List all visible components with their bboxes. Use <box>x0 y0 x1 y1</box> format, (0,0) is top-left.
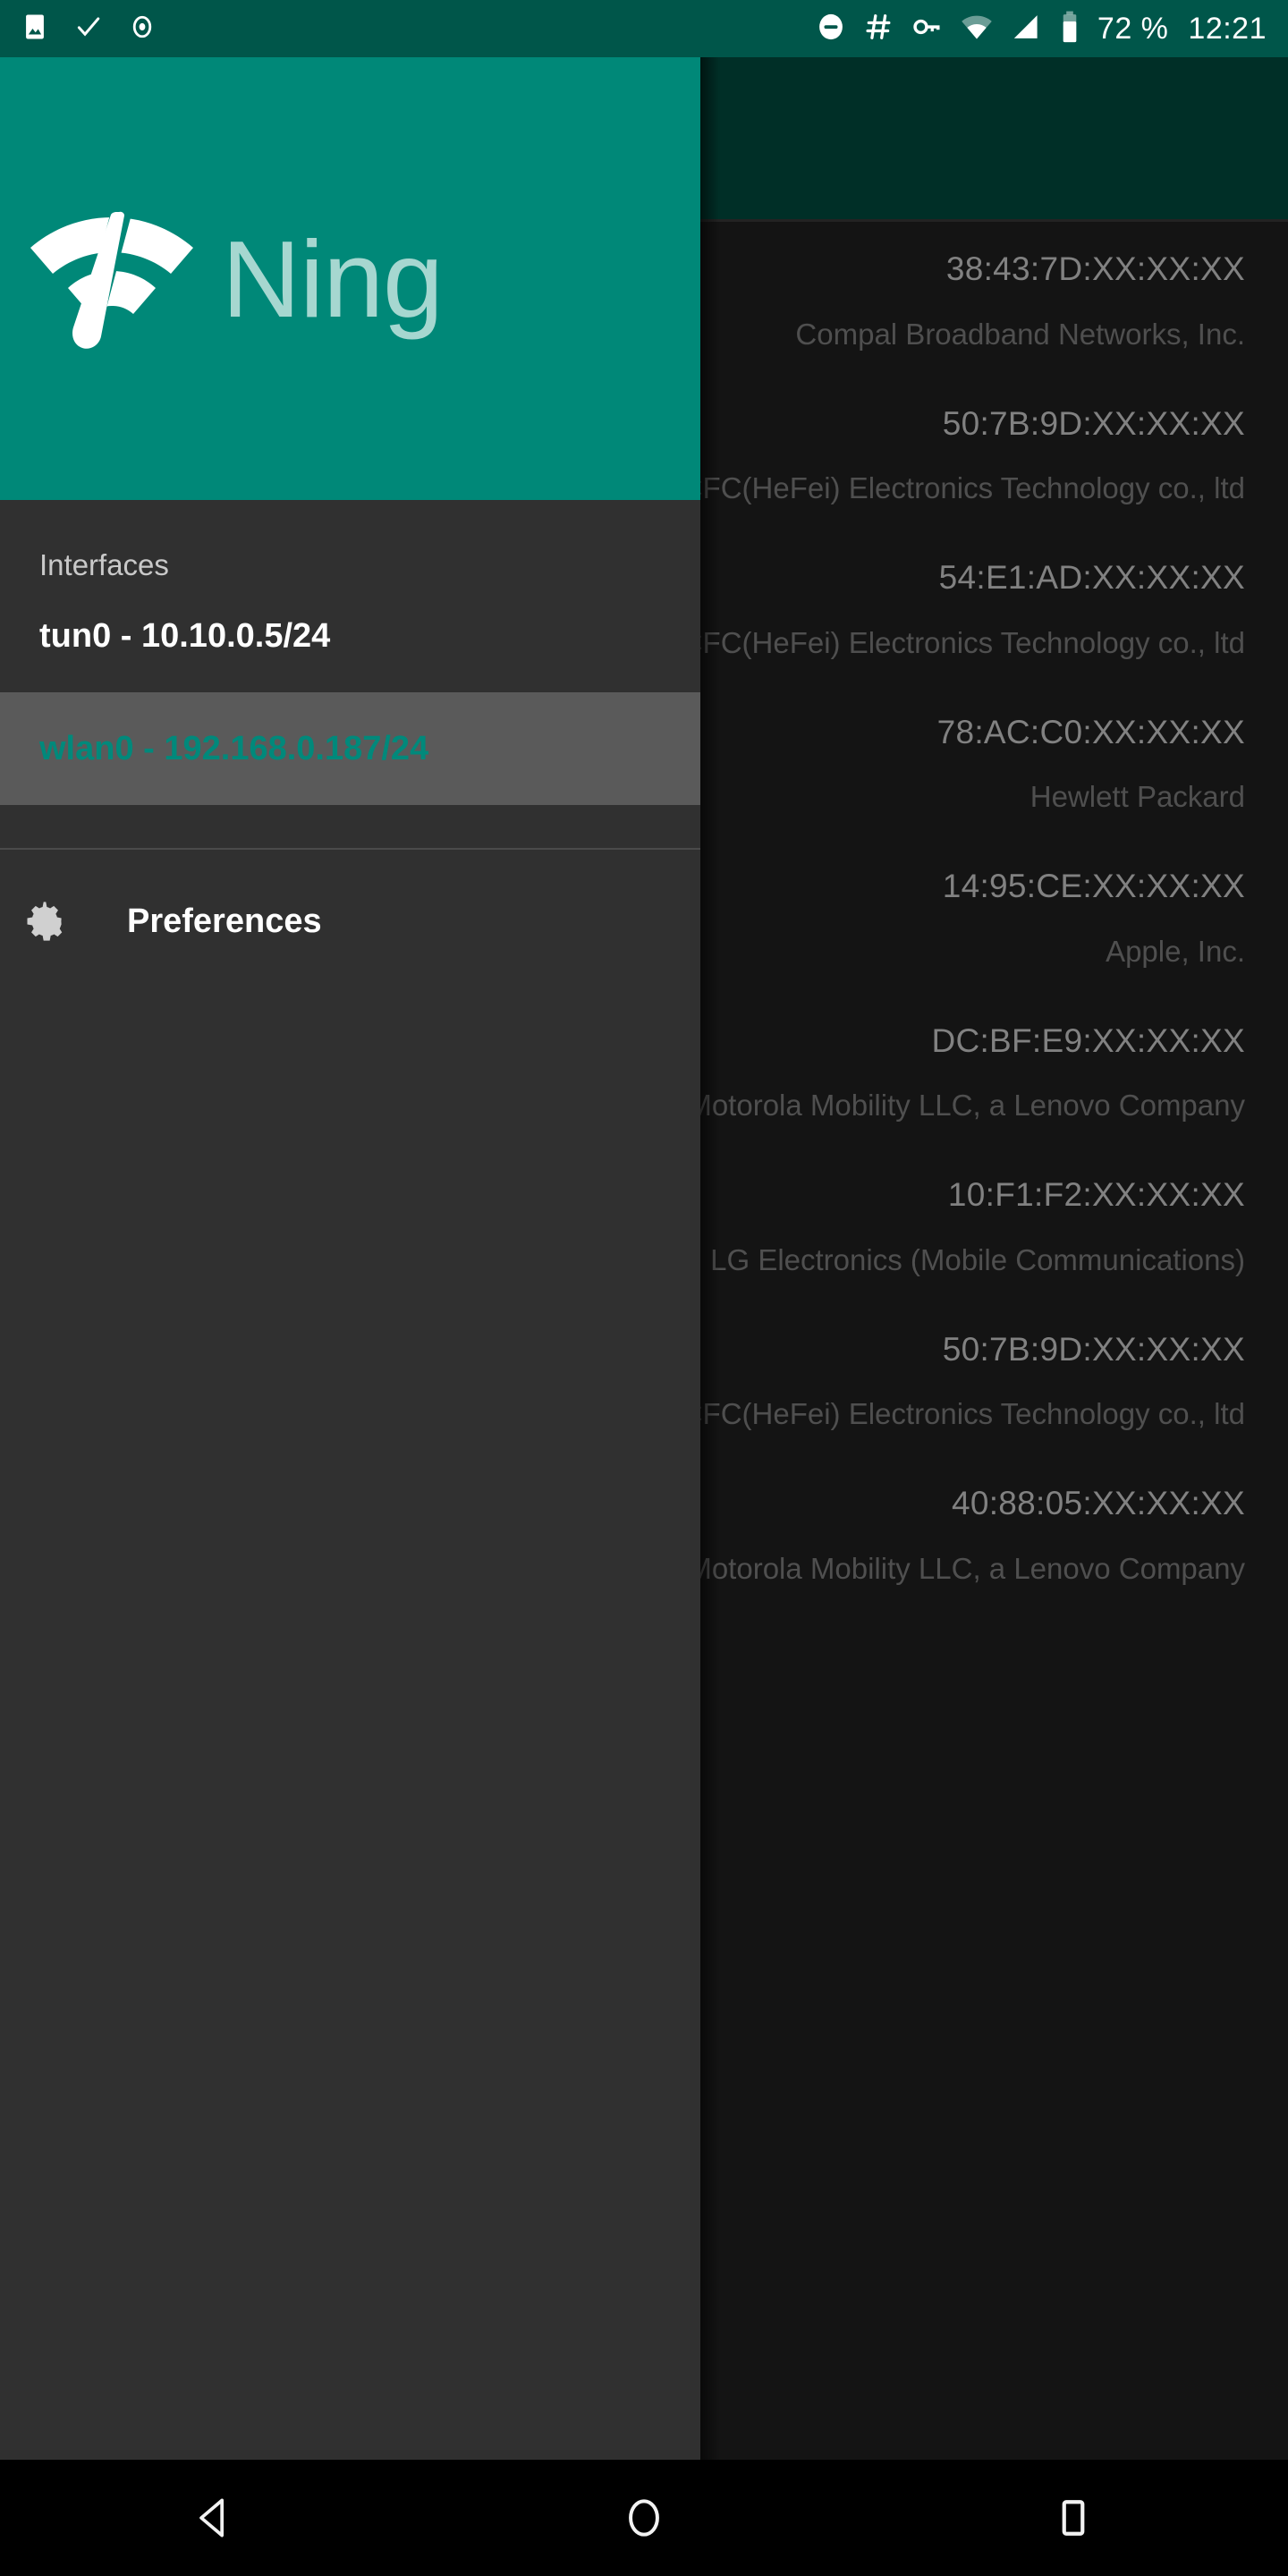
status-bar-system-icons: 72 % 12:21 <box>815 10 1288 48</box>
wifi-icon <box>960 10 994 48</box>
battery-icon <box>1058 10 1081 48</box>
home-button[interactable] <box>429 2493 859 2543</box>
image-icon <box>20 12 50 47</box>
sidebar-item-interface[interactable]: wlan0 - 192.168.0.187/24 <box>0 692 700 805</box>
drawer-shadow <box>700 57 720 2460</box>
record-icon <box>127 12 157 47</box>
back-button[interactable] <box>0 2493 429 2543</box>
brand-name-label: Ning <box>222 217 444 340</box>
sidebar-item-label: wlan0 - 192.168.0.187/24 <box>39 729 429 767</box>
interface-list: tun0 - 10.10.0.5/24 wlan0 - 192.168.0.187… <box>0 580 700 805</box>
preferences-label: Preferences <box>127 902 322 940</box>
status-bar-notification-icons <box>0 12 157 47</box>
system-navigation-bar <box>0 2460 1288 2576</box>
status-bar: 72 % 12:21 <box>0 0 1288 57</box>
gear-icon <box>21 898 68 945</box>
interfaces-section-title: Interfaces <box>39 548 169 581</box>
hash-icon <box>863 11 895 47</box>
do-not-disturb-icon <box>815 11 847 47</box>
check-icon <box>73 12 104 47</box>
clock-label: 12:21 <box>1188 11 1267 46</box>
sidebar-item-label: tun0 - 10.10.0.5/24 <box>39 616 331 655</box>
navigation-drawer: Ning Interfaces tun0 - 10.10.0.5/24 wlan0… <box>0 57 700 2460</box>
drawer-header: Ning <box>0 57 700 500</box>
vpn-key-icon <box>911 11 944 47</box>
sidebar-item-interface[interactable]: tun0 - 10.10.0.5/24 <box>0 580 700 692</box>
cellular-signal-icon <box>1010 11 1042 47</box>
recents-button[interactable] <box>859 2493 1288 2543</box>
sidebar-item-preferences[interactable]: Preferences <box>0 850 700 993</box>
battery-percent-label: 72 % <box>1097 11 1169 46</box>
wifi-speedometer-logo-icon <box>9 185 215 373</box>
phone-screen: 72 % 12:21 38:43:7D:XX:XX:XX Compal Broad… <box>0 0 1288 2576</box>
